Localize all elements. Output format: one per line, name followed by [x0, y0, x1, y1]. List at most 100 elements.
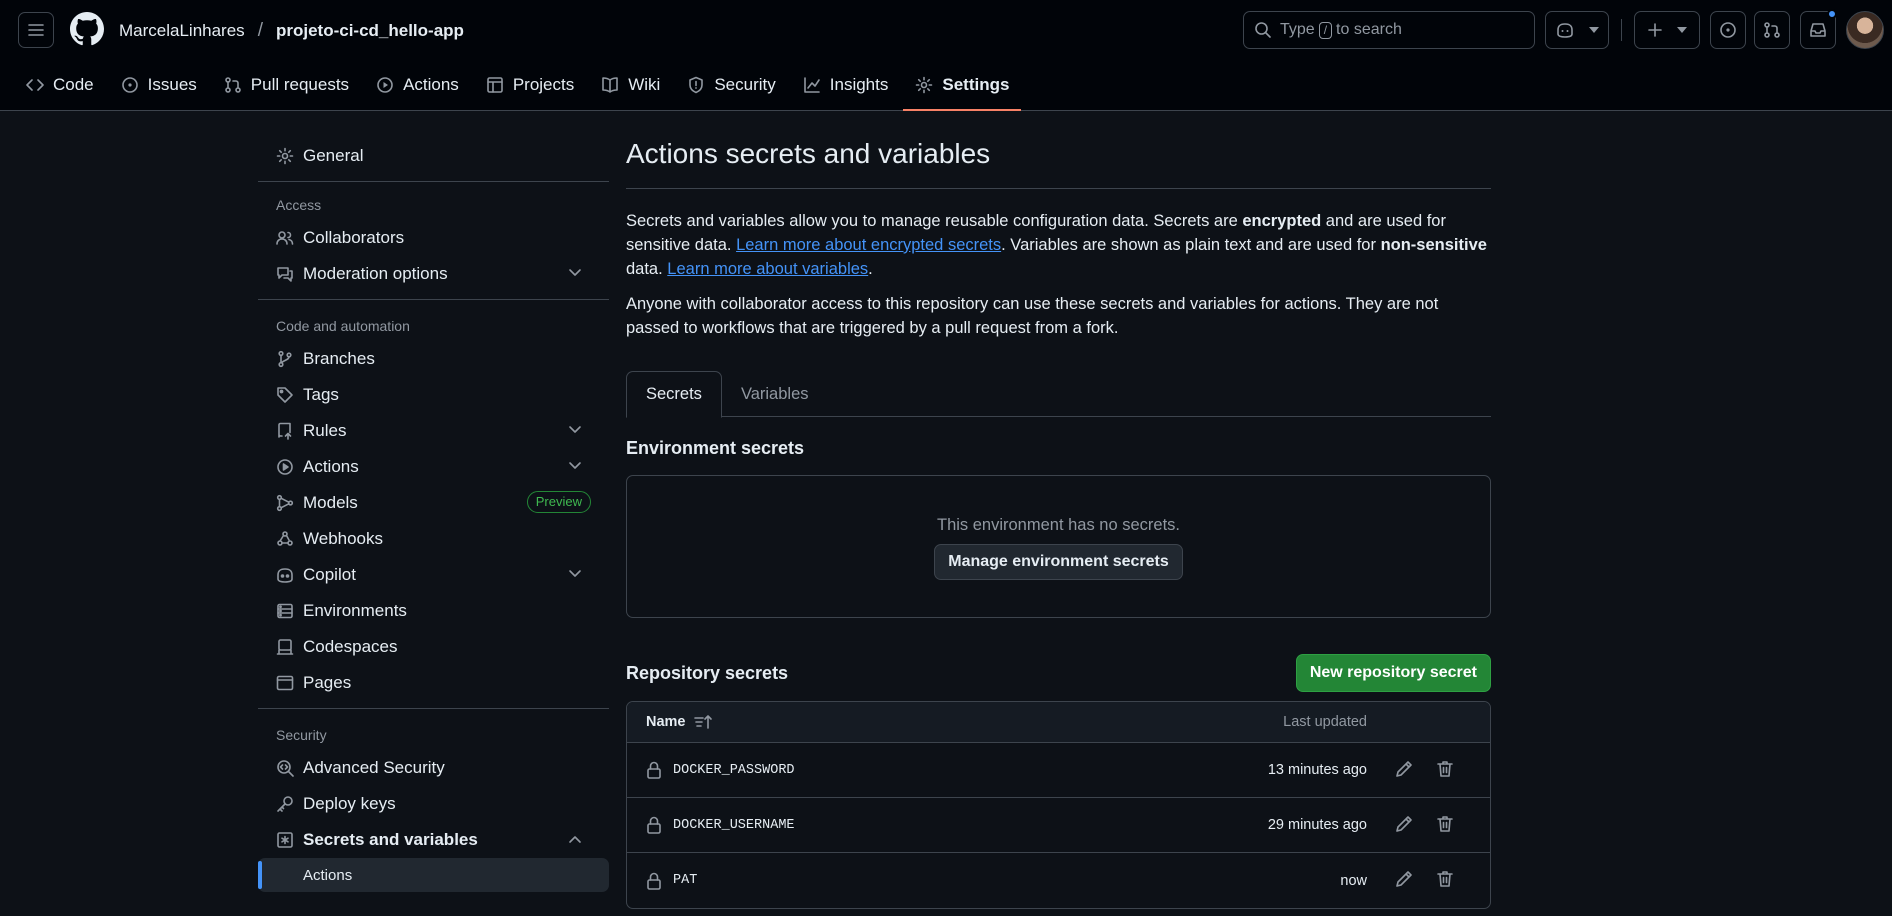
intro-text: . [868, 260, 873, 278]
pencil-icon[interactable] [1394, 814, 1414, 834]
key-icon [277, 796, 293, 812]
issue-opened-icon [121, 77, 138, 93]
learn-more-variables-link[interactable]: Learn more about variables [667, 260, 868, 278]
name-column-header[interactable]: Name [646, 714, 714, 730]
tab-security-label: Security [714, 75, 776, 94]
sidebar-item-environments[interactable]: Environments [258, 593, 609, 629]
secret-last-updated: 13 minutes ago [1267, 762, 1367, 778]
tab-pull-requests-label: Pull requests [250, 75, 350, 94]
new-repository-secret-button[interactable]: New repository secret [1295, 654, 1491, 692]
table-row: DOCKER_USERNAME 29 minutes ago [627, 798, 1490, 853]
sidebar-item-tags[interactable]: Tags [258, 377, 609, 413]
sidebar-item-secrets-and-variables[interactable]: Secrets and variables [258, 822, 609, 858]
tab-security[interactable]: Security [675, 62, 787, 108]
sidebar-item-pages[interactable]: Pages [258, 665, 609, 701]
tab-pull-requests[interactable]: Pull requests [212, 62, 361, 108]
menu-button[interactable] [18, 12, 54, 48]
trash-icon[interactable] [1435, 814, 1455, 834]
settings-sidebar: General Access Collaborators Moderation … [258, 138, 609, 892]
plus-icon [1648, 23, 1662, 37]
environment-secrets-box: This environment has no secrets. Manage … [626, 475, 1491, 618]
codescan-icon [277, 760, 294, 777]
sort-asc-icon [693, 715, 712, 729]
sidebar-item-general[interactable]: General [258, 138, 609, 174]
tag-icon [277, 387, 293, 403]
sidebar-heading-security: Security [276, 727, 327, 743]
tab-code[interactable]: Code [14, 62, 106, 108]
tab-variables[interactable]: Variables [722, 371, 828, 417]
sidebar-divider [258, 181, 609, 182]
learn-more-encrypted-secrets-link[interactable]: Learn more about encrypted secrets [736, 236, 1001, 254]
tab-projects[interactable]: Projects [474, 62, 586, 108]
sidebar-item-models[interactable]: Models Preview [258, 485, 609, 521]
tab-wiki[interactable]: Wiki [589, 62, 672, 108]
create-new-button[interactable] [1634, 11, 1700, 49]
chevron-down-icon [569, 426, 581, 433]
sidebar-item-actions[interactable]: Actions [258, 449, 609, 485]
manage-environment-secrets-button[interactable]: Manage environment secrets [934, 544, 1183, 580]
pencil-icon[interactable] [1394, 759, 1414, 779]
intro-emphasis-non-sensitive: non-sensitive [1380, 236, 1487, 254]
issue-opened-icon [1720, 22, 1736, 38]
hamburger-icon [28, 24, 44, 36]
sidebar-item-advanced-security[interactable]: Advanced Security [258, 750, 609, 786]
page-title: Actions secrets and variables [626, 138, 1491, 189]
pull-requests-button[interactable] [1754, 11, 1790, 49]
people-icon [276, 231, 294, 245]
sidebar-item-deploy-keys[interactable]: Deploy keys [258, 786, 609, 822]
caret-down-icon [1677, 27, 1687, 33]
book-icon [602, 77, 619, 93]
sidebar-item-label: Actions [303, 457, 359, 476]
tab-issues[interactable]: Issues [109, 62, 209, 108]
repository-secrets-heading: Repository secrets [626, 662, 789, 683]
sidebar-subitem-label: Actions [303, 866, 353, 884]
sidebar-item-label: Environments [303, 601, 407, 620]
sidebar-heading-access: Access [276, 197, 322, 213]
sidebar-item-label: Secrets and variables [303, 830, 478, 849]
inbox-icon [1810, 23, 1826, 37]
gear-icon [276, 147, 294, 165]
search-input[interactable]: Type / to search [1243, 11, 1535, 49]
breadcrumb-separator: / [257, 20, 263, 41]
sidebar-item-label: Collaborators [303, 228, 405, 247]
chevron-down-icon [569, 269, 581, 276]
user-avatar[interactable] [1846, 11, 1884, 49]
sidebar-item-rules[interactable]: Rules [258, 413, 609, 449]
sidebar-divider [258, 708, 609, 709]
owner-link[interactable]: MarcelaLinhares [119, 21, 245, 41]
sidebar-subitem-actions[interactable]: Actions [258, 858, 609, 892]
sidebar-item-label: Codespaces [303, 637, 398, 656]
webhook-icon [277, 531, 293, 546]
sidebar-item-branches[interactable]: Branches [258, 341, 609, 377]
tab-insights[interactable]: Insights [791, 62, 901, 108]
sidebar-item-webhooks[interactable]: Webhooks [258, 521, 609, 557]
sidebar-item-collaborators[interactable]: Collaborators [258, 220, 609, 256]
secrets-variables-tabs: Secrets Variables [626, 371, 1491, 418]
chevron-down-icon [569, 570, 581, 577]
issues-button[interactable] [1710, 11, 1746, 49]
table-row: DOCKER_PASSWORD 13 minutes ago [627, 743, 1490, 798]
search-icon [1255, 22, 1271, 38]
header-divider [1621, 19, 1622, 41]
tab-settings[interactable]: Settings [903, 62, 1022, 111]
github-logo[interactable] [70, 12, 104, 46]
sidebar-item-codespaces[interactable]: Codespaces [258, 629, 609, 665]
sidebar-item-moderation-options[interactable]: Moderation options [258, 256, 609, 292]
sidebar-item-copilot[interactable]: Copilot [258, 557, 609, 593]
tab-secrets[interactable]: Secrets [626, 371, 722, 418]
tab-issues-label: Issues [147, 75, 197, 94]
git-branch-icon [278, 350, 292, 368]
trash-icon[interactable] [1435, 759, 1455, 779]
sidebar-item-label: Deploy keys [303, 794, 396, 813]
pencil-icon[interactable] [1394, 869, 1414, 889]
sidebar-heading-code-automation: Code and automation [276, 318, 410, 334]
copilot-icon [1557, 23, 1573, 38]
trash-icon[interactable] [1435, 869, 1455, 889]
table-row: PAT now [627, 853, 1490, 908]
copilot-button[interactable] [1545, 11, 1609, 49]
repo-link[interactable]: projeto-ci-cd_hello-app [276, 21, 464, 41]
tab-actions[interactable]: Actions [364, 62, 471, 108]
play-icon [377, 77, 393, 93]
git-pull-request-icon [1764, 22, 1780, 38]
sidebar-item-label: Copilot [303, 565, 356, 584]
